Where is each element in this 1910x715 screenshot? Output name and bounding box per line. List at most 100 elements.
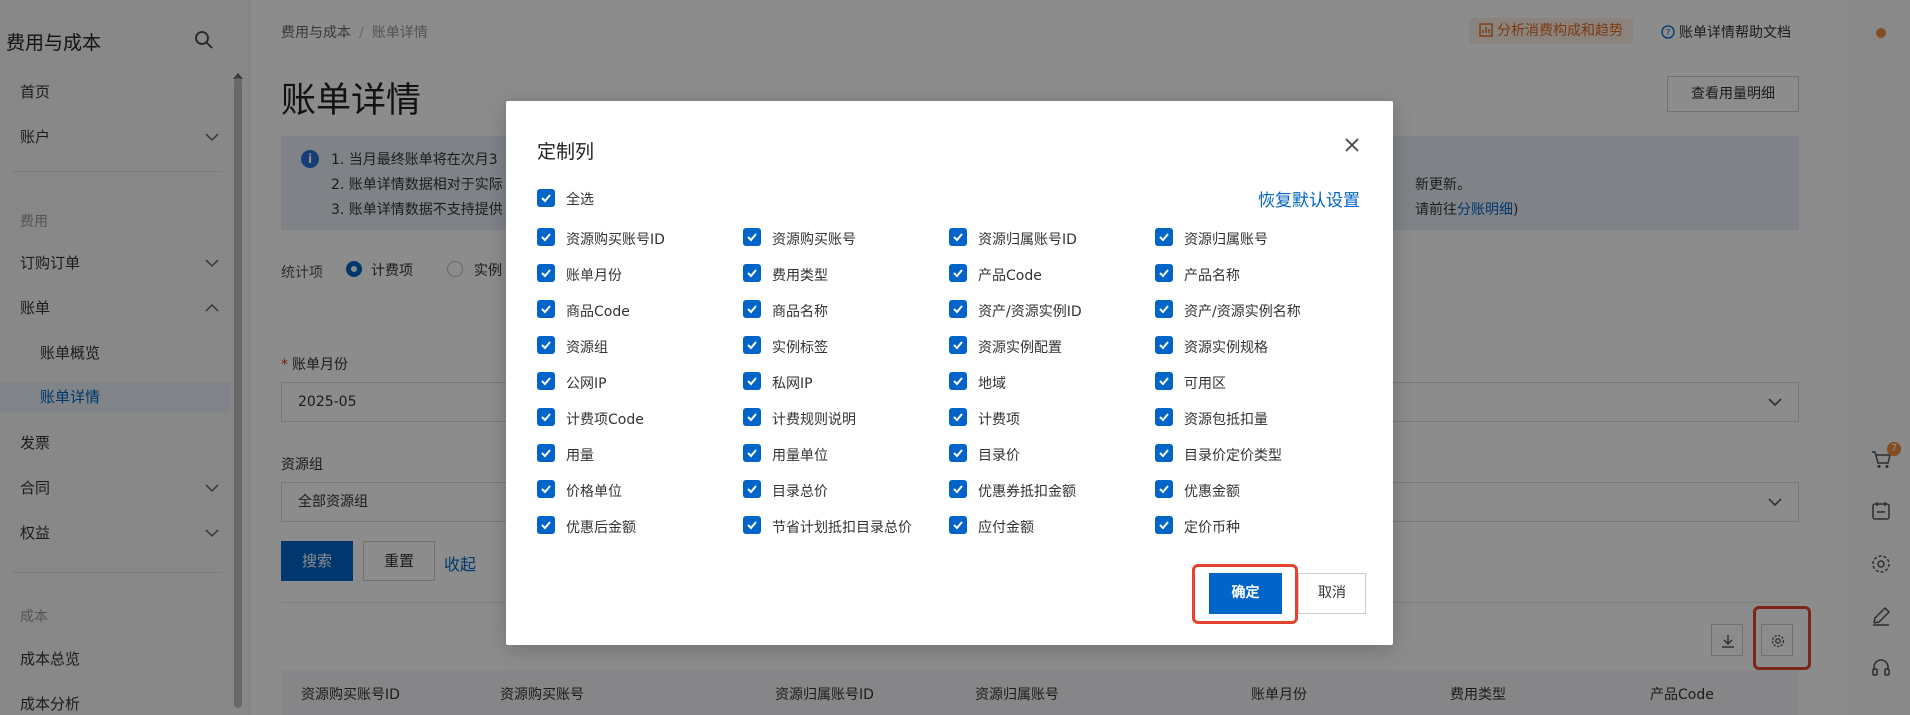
column-checkbox-label: 价格单位: [566, 484, 622, 500]
column-checkbox[interactable]: [949, 300, 967, 318]
column-checkbox-label: 资源购买账号ID: [566, 232, 665, 248]
column-checkbox[interactable]: [537, 336, 555, 354]
checkmark-icon: [541, 377, 551, 386]
column-checkbox[interactable]: [1155, 444, 1173, 462]
column-checkbox-label: 资源实例配置: [978, 340, 1062, 356]
column-checkbox[interactable]: [743, 300, 761, 318]
column-checkbox-label: 私网IP: [772, 376, 813, 392]
select-all-checkbox[interactable]: [537, 189, 555, 207]
column-checkbox[interactable]: [743, 264, 761, 282]
column-checkbox[interactable]: [743, 336, 761, 354]
column-checkbox[interactable]: [537, 228, 555, 246]
column-checkbox-label: 商品名称: [772, 304, 828, 320]
select-all-label: 全选: [566, 192, 594, 208]
column-checkbox-label: 地域: [978, 376, 1006, 392]
column-checkbox-label: 产品名称: [1184, 268, 1240, 284]
column-checkbox-label: 计费规则说明: [772, 412, 856, 428]
checkmark-icon: [1159, 485, 1169, 494]
cancel-button[interactable]: 取消: [1298, 573, 1366, 614]
restore-default-link[interactable]: 恢复默认设置: [1258, 186, 1360, 211]
checkmark-icon: [747, 269, 757, 278]
column-checkbox[interactable]: [537, 264, 555, 282]
checkmark-icon: [747, 413, 757, 422]
column-checkbox[interactable]: [1155, 336, 1173, 354]
column-checkbox-label: 账单月份: [566, 268, 622, 284]
column-checkbox[interactable]: [537, 372, 555, 390]
column-checkbox[interactable]: [1155, 300, 1173, 318]
close-icon[interactable]: [1342, 135, 1362, 155]
column-checkbox-label: 商品Code: [566, 304, 630, 320]
checkmark-icon: [541, 305, 551, 314]
column-checkbox-label: 产品Code: [978, 268, 1042, 284]
checkmark-icon: [953, 341, 963, 350]
column-checkbox[interactable]: [949, 228, 967, 246]
column-checkbox[interactable]: [949, 372, 967, 390]
checkmark-icon: [953, 449, 963, 458]
column-checkbox-label: 优惠后金额: [566, 520, 636, 536]
column-checkbox[interactable]: [537, 300, 555, 318]
column-checkbox[interactable]: [949, 444, 967, 462]
column-checkbox-label: 可用区: [1184, 376, 1226, 392]
checkmark-icon: [541, 413, 551, 422]
column-checkbox[interactable]: [949, 264, 967, 282]
column-checkbox-label: 资源归属账号: [1184, 232, 1268, 248]
dialog-title: 定制列: [537, 141, 595, 163]
checkmark-icon: [953, 413, 963, 422]
column-checkbox[interactable]: [949, 408, 967, 426]
checkmark-icon: [953, 269, 963, 278]
column-checkbox[interactable]: [1155, 408, 1173, 426]
column-checkbox[interactable]: [743, 480, 761, 498]
column-checkbox-label: 定价币种: [1184, 520, 1240, 536]
confirm-button[interactable]: 确定: [1209, 573, 1282, 614]
column-checkbox[interactable]: [743, 516, 761, 534]
checkmark-icon: [1159, 269, 1169, 278]
column-checkbox-label: 优惠金额: [1184, 484, 1240, 500]
column-checkbox[interactable]: [1155, 480, 1173, 498]
column-checkbox[interactable]: [743, 228, 761, 246]
checkmark-icon: [1159, 233, 1169, 242]
column-checkbox-label: 资产/资源实例ID: [978, 304, 1082, 320]
column-checkbox-label: 目录价: [978, 448, 1020, 464]
column-checkbox[interactable]: [537, 480, 555, 498]
column-checkbox[interactable]: [949, 480, 967, 498]
column-checkbox[interactable]: [1155, 228, 1173, 246]
column-checkbox-label: 资源归属账号ID: [978, 232, 1077, 248]
column-checkbox[interactable]: [1155, 372, 1173, 390]
checkmark-icon: [541, 194, 551, 203]
column-checkbox-label: 计费项Code: [566, 412, 644, 428]
checkmark-icon: [953, 485, 963, 494]
column-checkbox[interactable]: [743, 444, 761, 462]
column-checkbox[interactable]: [949, 516, 967, 534]
checkmark-icon: [541, 233, 551, 242]
checkmark-icon: [953, 377, 963, 386]
column-checkbox-label: 计费项: [978, 412, 1020, 428]
column-checkbox[interactable]: [1155, 516, 1173, 534]
checkmark-icon: [747, 485, 757, 494]
column-checkbox-label: 优惠券抵扣金额: [978, 484, 1076, 500]
column-checkbox-label: 用量: [566, 448, 594, 464]
customize-columns-dialog: 定制列 全选 恢复默认设置 资源购买账号ID 资源购买账号 资源归属账号ID 资源归属…: [506, 101, 1393, 645]
checkmark-icon: [1159, 449, 1169, 458]
checkmark-icon: [1159, 377, 1169, 386]
checkmark-icon: [1159, 413, 1169, 422]
checkmark-icon: [953, 305, 963, 314]
checkmark-icon: [953, 521, 963, 530]
column-checkbox[interactable]: [537, 516, 555, 534]
checkmark-icon: [541, 521, 551, 530]
checkmark-icon: [747, 377, 757, 386]
column-checkbox[interactable]: [743, 408, 761, 426]
column-checkbox[interactable]: [537, 408, 555, 426]
column-checkbox[interactable]: [1155, 264, 1173, 282]
checkmark-icon: [747, 449, 757, 458]
column-checkbox-label: 目录总价: [772, 484, 828, 500]
checkmark-icon: [541, 341, 551, 350]
column-checkbox[interactable]: [537, 444, 555, 462]
checkmark-icon: [747, 521, 757, 530]
checkmark-icon: [1159, 521, 1169, 530]
checkmark-icon: [747, 341, 757, 350]
column-checkbox-label: 资源购买账号: [772, 232, 856, 248]
checkmark-icon: [747, 305, 757, 314]
column-checkbox[interactable]: [743, 372, 761, 390]
column-checkbox-label: 节省计划抵扣目录总价: [772, 520, 912, 536]
column-checkbox[interactable]: [949, 336, 967, 354]
